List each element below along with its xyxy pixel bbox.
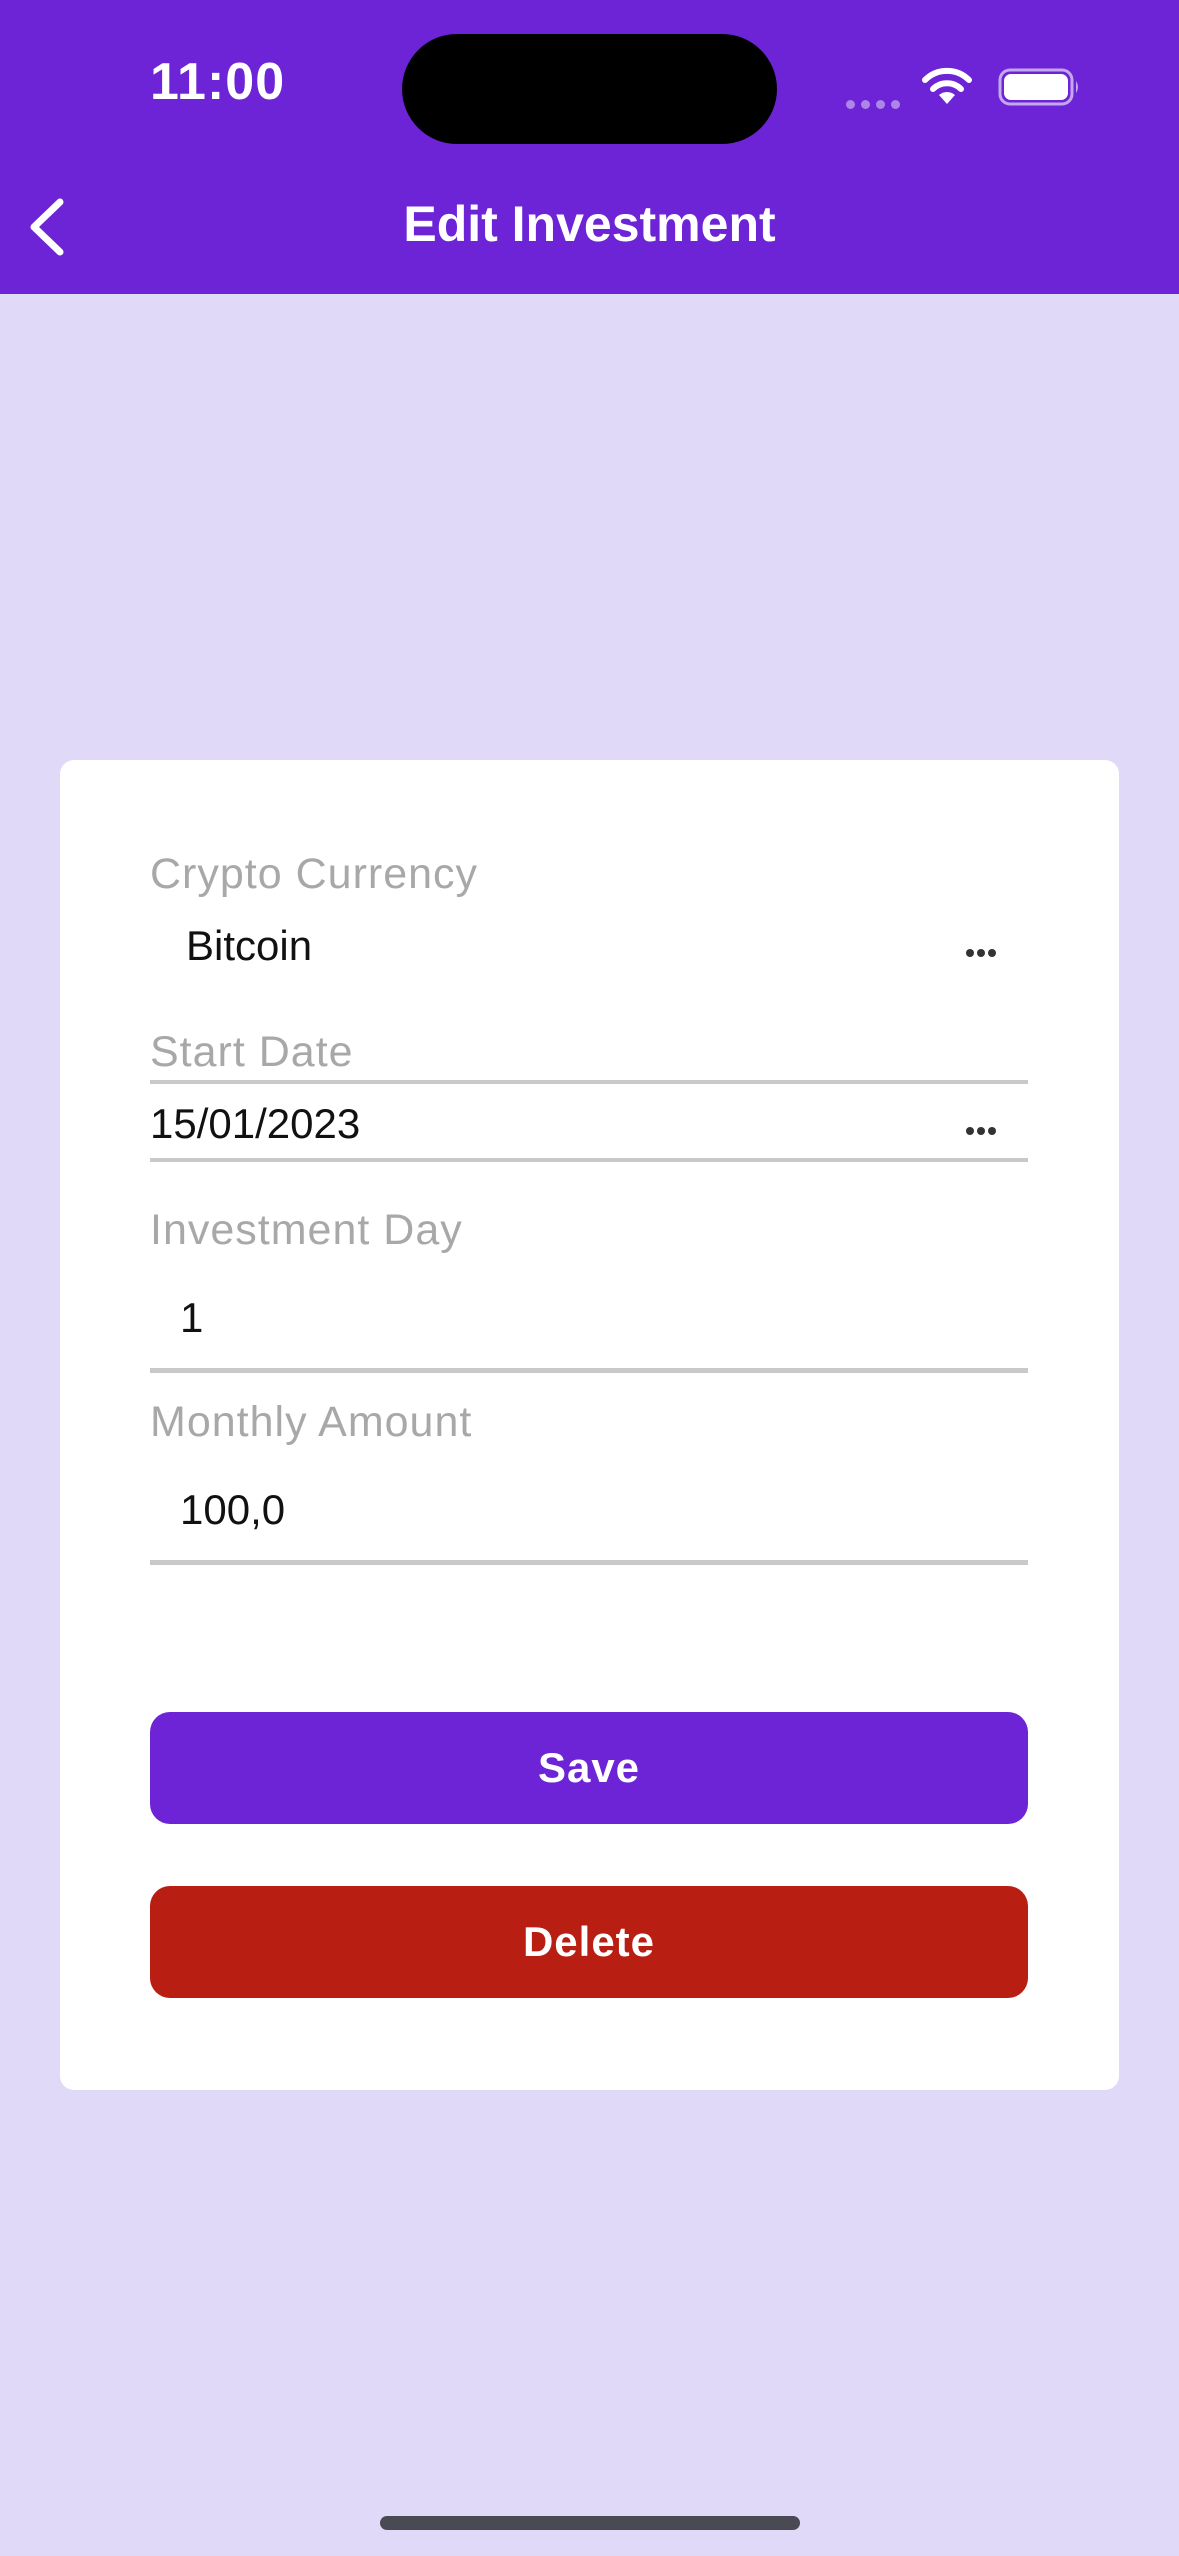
battery-icon xyxy=(998,68,1078,106)
save-button[interactable]: Save xyxy=(150,1712,1028,1824)
investment-day-input[interactable]: 1 xyxy=(180,1294,203,1342)
navigation-header: 11:00 Edit Investment xyxy=(0,0,1179,294)
investment-day-label: Investment Day xyxy=(150,1206,463,1254)
home-indicator[interactable] xyxy=(380,2516,800,2530)
more-horizontal-icon[interactable] xyxy=(966,944,1000,957)
wifi-icon xyxy=(922,67,972,104)
crypto-currency-field[interactable]: Crypto Currency Bitcoin xyxy=(150,850,1028,1084)
status-time: 11:00 xyxy=(150,53,286,111)
field-underline xyxy=(150,1368,1028,1373)
start-date-field[interactable]: Start Date 15/01/2023 xyxy=(150,1028,1028,1168)
crypto-currency-label: Crypto Currency xyxy=(150,850,479,898)
monthly-amount-field[interactable]: Monthly Amount 100,0 xyxy=(150,1398,1028,1578)
dynamic-island xyxy=(402,34,777,144)
investment-day-field[interactable]: Investment Day 1 xyxy=(150,1206,1028,1386)
page-title: Edit Investment xyxy=(403,196,776,252)
delete-button[interactable]: Delete xyxy=(150,1886,1028,1998)
start-date-value: 15/01/2023 xyxy=(150,1100,361,1147)
field-underline xyxy=(150,1158,1028,1162)
monthly-amount-label: Monthly Amount xyxy=(150,1398,473,1446)
edit-investment-card: Crypto Currency Bitcoin Start Date 15/01… xyxy=(60,760,1119,2090)
status-indicators xyxy=(840,60,1090,110)
crypto-currency-value: Bitcoin xyxy=(186,922,313,969)
more-horizontal-icon[interactable] xyxy=(966,1122,1000,1135)
monthly-amount-input[interactable]: 100,0 xyxy=(180,1486,285,1534)
cellular-signal-icon xyxy=(846,96,906,114)
start-date-label: Start Date xyxy=(150,1028,354,1076)
field-underline xyxy=(150,1560,1028,1565)
